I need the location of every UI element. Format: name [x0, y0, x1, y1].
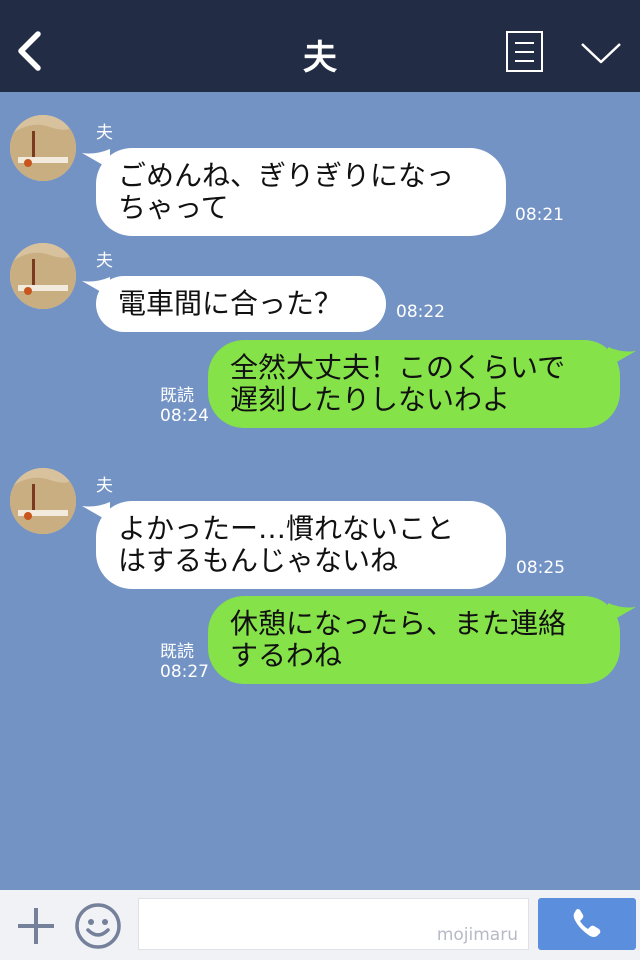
message-input[interactable]: mojimaru — [138, 898, 529, 950]
emoji-button[interactable] — [74, 902, 122, 950]
bubble-tail — [608, 347, 636, 367]
avatar[interactable] — [10, 115, 76, 181]
read-receipt: 既読 08:24 — [160, 386, 209, 426]
list-icon — [515, 42, 534, 44]
sender-name: 夫 — [96, 476, 113, 496]
avatar-image — [10, 243, 76, 309]
message-time: 08:22 — [396, 302, 445, 322]
avatar[interactable] — [10, 468, 76, 534]
sender-name: 夫 — [96, 251, 113, 271]
phone-icon — [573, 909, 601, 937]
message-line: するわね — [230, 639, 343, 672]
chat-title: 夫 — [303, 38, 337, 78]
avatar-image — [10, 115, 76, 181]
avatar[interactable] — [10, 243, 76, 309]
message-time: 08:27 — [160, 662, 209, 682]
read-label: 既読 — [160, 642, 194, 662]
smiley-icon — [75, 903, 121, 949]
message-line: よかったー…慣れないこと — [118, 512, 455, 545]
message-time: 08:24 — [160, 406, 209, 426]
message-bubble[interactable]: 休憩になったら、また連絡 するわね — [208, 596, 620, 684]
message-bubble[interactable]: よかったー…慣れないこと はするもんじゃないね — [96, 501, 506, 589]
read-receipt: 既読 08:27 — [160, 642, 209, 682]
chat-header: 夫 — [0, 0, 640, 92]
watermark-text: mojimaru — [436, 925, 518, 945]
call-button[interactable] — [538, 898, 636, 950]
message-bubble[interactable]: 電車間に合った？ — [96, 276, 386, 332]
message-line: 休憩になったら、また連絡 — [230, 607, 567, 640]
message-bubble[interactable]: ごめんね、ぎりぎりになっ ちゃって — [96, 148, 506, 236]
message-line: ごめんね、ぎりぎりになっ — [118, 159, 455, 192]
message-line: はするもんじゃないね — [118, 544, 399, 577]
chevron-down-icon — [581, 43, 621, 64]
avatar-image — [10, 468, 76, 534]
message-time: 08:21 — [515, 205, 564, 225]
message-line: 電車間に合った？ — [118, 287, 343, 320]
message-line: 全然大丈夫！このくらいで — [230, 351, 566, 384]
add-attachment-button[interactable] — [14, 904, 58, 948]
sender-name: 夫 — [96, 123, 113, 143]
list-icon-line — [515, 51, 534, 53]
list-icon-line — [515, 60, 534, 62]
message-line: 遅刻したりしないわよ — [230, 383, 511, 416]
collapse-button[interactable] — [578, 38, 624, 68]
message-bubble[interactable]: 全然大丈夫！このくらいで 遅刻したりしないわよ — [208, 340, 620, 428]
message-line: ちゃって — [118, 191, 229, 224]
message-input-bar: mojimaru — [0, 890, 640, 960]
plus-icon — [18, 908, 54, 944]
bubble-tail — [608, 603, 636, 623]
message-time: 08:25 — [516, 558, 565, 578]
read-label: 既読 — [160, 386, 194, 406]
menu-button[interactable] — [506, 31, 543, 72]
